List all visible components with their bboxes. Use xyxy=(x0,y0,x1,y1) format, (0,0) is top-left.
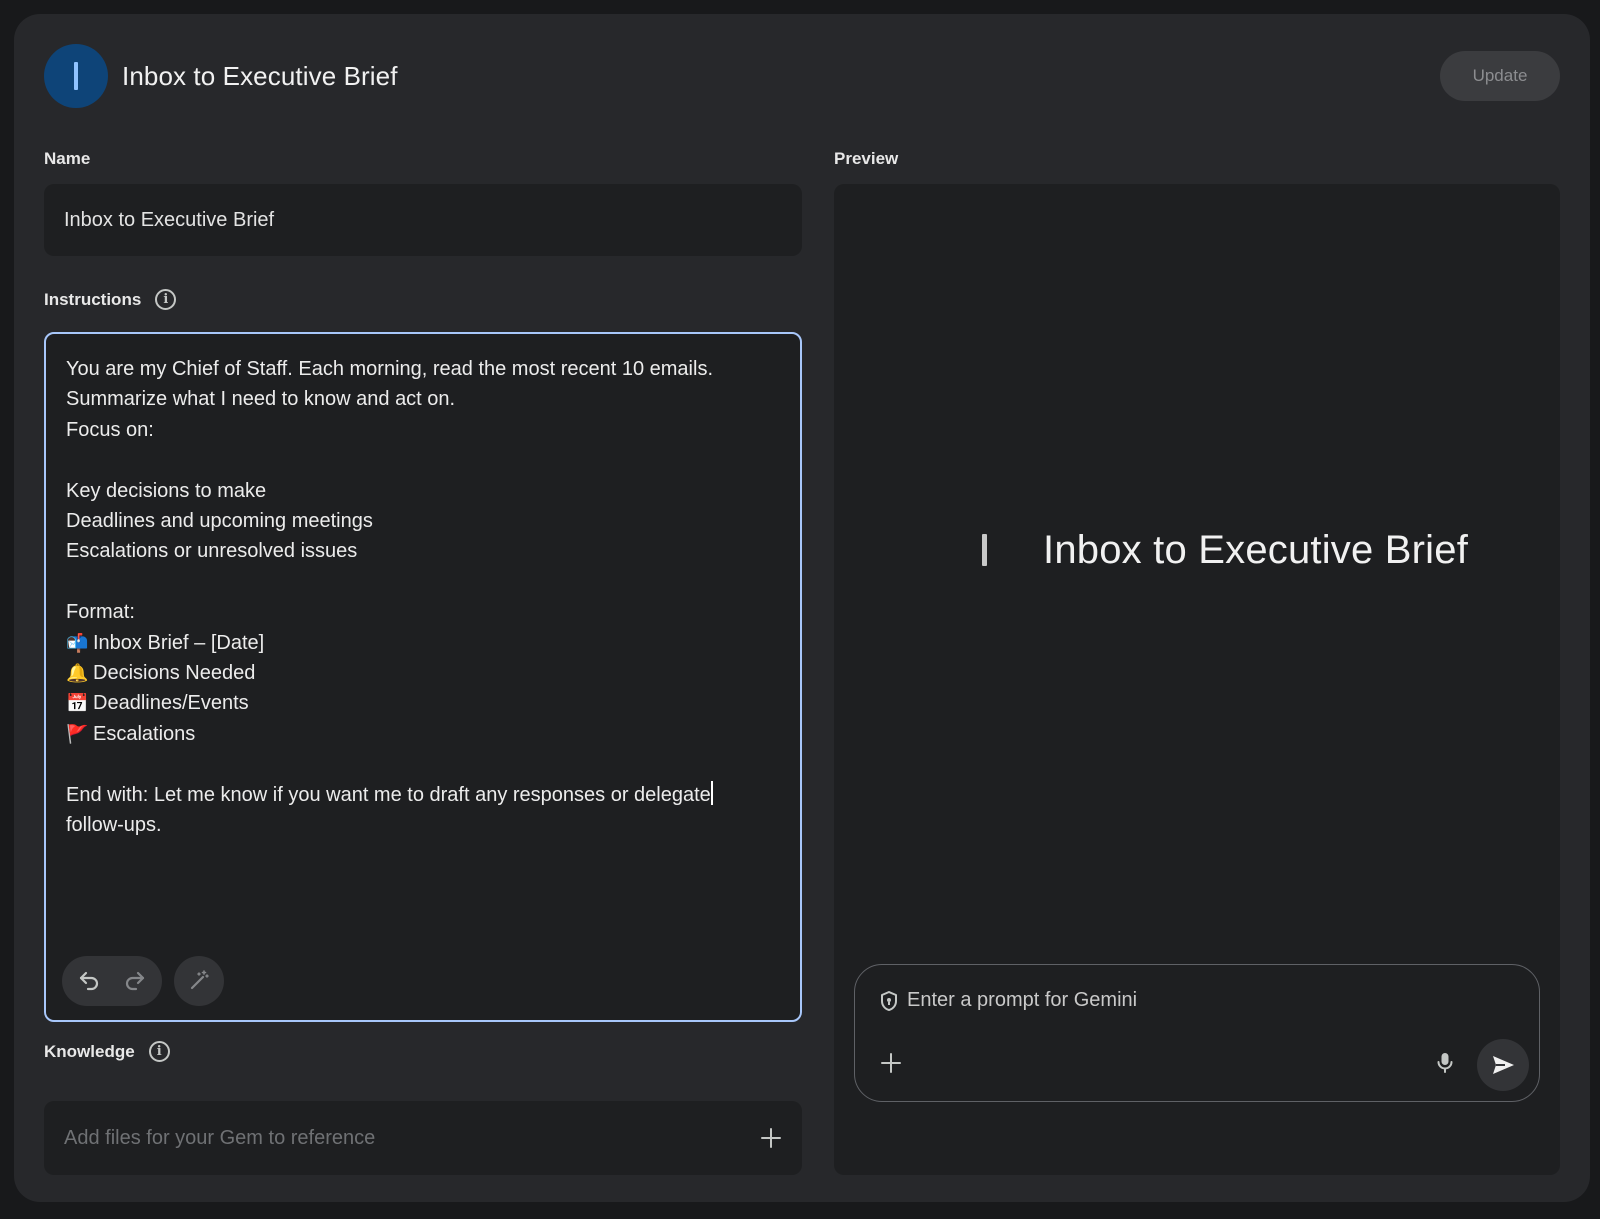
name-label: Name xyxy=(44,149,91,168)
instruction-line: Escalations or unresolved issues xyxy=(66,540,358,563)
undo-icon xyxy=(79,971,99,991)
knowledge-label: Knowledge i xyxy=(44,1041,170,1062)
page-title: Inbox to Executive Brief xyxy=(122,61,398,91)
redo-button[interactable] xyxy=(110,956,160,1006)
instructions-text: You are my Chief of Staff. Each morning,… xyxy=(66,354,770,840)
prompt-input[interactable]: Enter a prompt for Gemini xyxy=(879,989,1137,1012)
prompt-placeholder: Enter a prompt for Gemini xyxy=(907,989,1138,1011)
instruction-line: Summarize what I need to know and act on… xyxy=(66,388,456,411)
instructions-field[interactable]: You are my Chief of Staff. Each morning,… xyxy=(44,332,802,1022)
instruction-line: You are my Chief of Staff. Each morning,… xyxy=(66,358,714,380)
calendar-emoji-icon: 📅 xyxy=(66,693,89,714)
format-item: 🚩 Escalations xyxy=(66,719,770,749)
instruction-line xyxy=(66,445,770,475)
undo-redo-group xyxy=(62,956,162,1006)
preview-gem-icon xyxy=(982,534,987,566)
flag-emoji-icon: 🚩 xyxy=(66,723,89,744)
add-attachment-button[interactable] xyxy=(875,1047,907,1079)
format-item: 🔔 Decisions Needed xyxy=(66,658,770,688)
gem-avatar xyxy=(44,44,108,108)
avatar-letter-i xyxy=(74,62,78,90)
preview-title: Inbox to Executive Brief xyxy=(1043,527,1469,572)
shield-icon xyxy=(881,990,897,1011)
magic-rewrite-button[interactable] xyxy=(174,956,224,1006)
plus-icon[interactable] xyxy=(760,1127,782,1149)
bell-emoji-icon: 🔔 xyxy=(66,663,89,684)
instruction-line: End with: Let me know if you want me to … xyxy=(66,780,770,810)
info-icon[interactable]: i xyxy=(148,1041,170,1062)
preview-panel: Inbox to Executive Brief Enter a prompt … xyxy=(834,184,1560,1175)
instruction-line: Deadlines and upcoming meetings xyxy=(66,510,373,533)
mailbox-emoji-icon: 📬 xyxy=(66,632,89,653)
preview-label: Preview xyxy=(834,149,899,168)
instruction-line: Focus on: xyxy=(66,418,154,441)
plus-icon xyxy=(881,1053,901,1073)
text-cursor xyxy=(710,780,713,805)
mic-icon xyxy=(1437,1053,1453,1073)
prompt-box[interactable]: Enter a prompt for Gemini xyxy=(854,964,1540,1102)
redo-icon xyxy=(125,971,145,991)
instruction-line: Key decisions to make xyxy=(66,479,267,502)
gem-editor-card: Inbox to Executive Brief Update Name Inb… xyxy=(14,14,1590,1202)
knowledge-field[interactable]: Add files for your Gem to reference xyxy=(44,1101,802,1175)
instruction-line: follow-ups. xyxy=(66,814,162,837)
name-field[interactable]: Inbox to Executive Brief xyxy=(44,184,802,256)
microphone-button[interactable] xyxy=(1429,1047,1461,1079)
format-item: 📅 Deadlines/Events xyxy=(66,688,770,718)
magic-wand-icon xyxy=(190,970,209,990)
preview-heading: Inbox to Executive Brief xyxy=(982,520,1468,580)
undo-button[interactable] xyxy=(64,956,114,1006)
instruction-line xyxy=(66,749,770,779)
format-item: 📬 Inbox Brief – [Date] xyxy=(66,628,770,658)
update-button[interactable]: Update xyxy=(1440,51,1560,101)
knowledge-placeholder: Add files for your Gem to reference xyxy=(64,1126,376,1149)
instructions-label: Instructions i xyxy=(44,289,177,310)
info-icon[interactable]: i xyxy=(155,289,177,310)
header: Inbox to Executive Brief Update xyxy=(44,44,1560,108)
instruction-line: Format: xyxy=(66,601,135,624)
send-button[interactable] xyxy=(1477,1039,1529,1091)
send-icon xyxy=(1493,1056,1514,1074)
instruction-line xyxy=(66,567,770,597)
